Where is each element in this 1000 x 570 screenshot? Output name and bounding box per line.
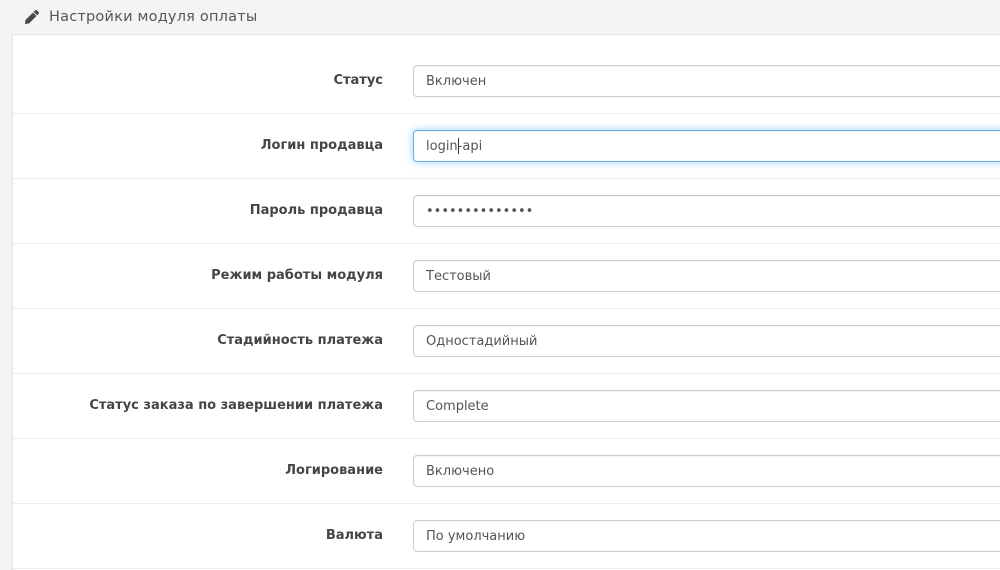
- panel-heading: Настройки модуля оплаты: [0, 0, 1000, 34]
- logging-label: Логирование: [13, 463, 383, 479]
- form-row-merchant-login: Логин продавца: [13, 114, 1000, 179]
- order-status-select[interactable]: [413, 390, 1000, 422]
- settings-panel: Статус Логин продавца Пароль продавца Ре…: [12, 34, 1000, 570]
- input-wrap: [413, 325, 1000, 357]
- currency-label: Валюта: [13, 528, 383, 544]
- input-wrap: [413, 65, 1000, 97]
- form-row-module-mode: Режим работы модуля: [13, 244, 1000, 309]
- input-wrap: [413, 130, 1000, 162]
- input-wrap: [413, 260, 1000, 292]
- merchant-login-label: Логин продавца: [13, 138, 383, 154]
- page-title: Настройки модуля оплаты: [49, 9, 258, 25]
- form-row-order-status: Статус заказа по завершении платежа: [13, 374, 1000, 439]
- currency-select[interactable]: [413, 520, 1000, 552]
- pencil-icon: [25, 10, 39, 24]
- payment-stage-select[interactable]: [413, 325, 1000, 357]
- module-mode-label: Режим работы модуля: [13, 268, 383, 284]
- merchant-password-label: Пароль продавца: [13, 203, 383, 219]
- status-select[interactable]: [413, 65, 1000, 97]
- form-row-status: Статус: [13, 49, 1000, 114]
- form-row-payment-stage: Стадийность платежа: [13, 309, 1000, 374]
- input-wrap: [413, 390, 1000, 422]
- merchant-login-input[interactable]: [413, 130, 1000, 162]
- input-wrap: [413, 520, 1000, 552]
- status-label: Статус: [13, 73, 383, 89]
- input-wrap: [413, 195, 1000, 227]
- form-row-merchant-password: Пароль продавца: [13, 179, 1000, 244]
- module-mode-select[interactable]: [413, 260, 1000, 292]
- order-status-label: Статус заказа по завершении платежа: [13, 398, 383, 414]
- settings-form: Статус Логин продавца Пароль продавца Ре…: [13, 49, 1000, 569]
- text-cursor: [458, 138, 459, 154]
- input-wrap: [413, 455, 1000, 487]
- payment-stage-label: Стадийность платежа: [13, 333, 383, 349]
- logging-select[interactable]: [413, 455, 1000, 487]
- merchant-password-input[interactable]: [413, 195, 1000, 227]
- form-row-logging: Логирование: [13, 439, 1000, 504]
- form-row-currency: Валюта: [13, 504, 1000, 569]
